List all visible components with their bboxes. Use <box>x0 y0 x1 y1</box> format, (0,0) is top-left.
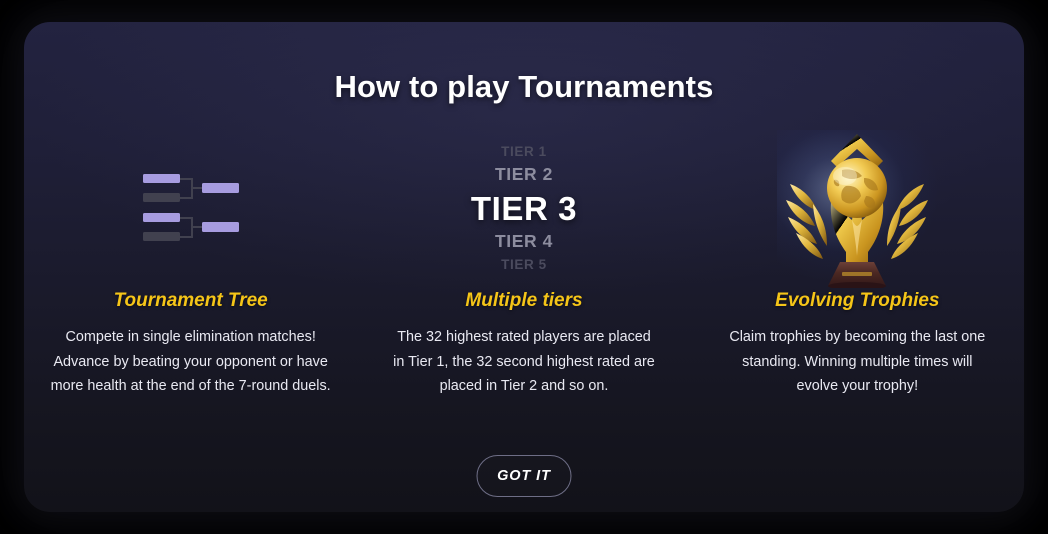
bracket-bar-final <box>201 222 239 232</box>
column-description: The 32 highest rated players are placed … <box>393 329 655 394</box>
trophy-svg <box>786 134 929 288</box>
tier-label-1: TIER 1 <box>501 143 547 159</box>
column-heading: Evolving Trophies <box>775 290 940 311</box>
tier-label-2: TIER 2 <box>494 164 554 184</box>
column-description: Compete in single elimination matches! A… <box>50 329 331 394</box>
tier-label-5: TIER 5 <box>501 257 547 272</box>
tournament-bracket-icon <box>24 128 357 288</box>
screen: How to play Tournaments Tournament Tree … <box>0 0 1048 534</box>
tier-ladder-icon: TIER 1 TIER 2 TIER 3 TIER 4 TIER 5 <box>357 128 690 288</box>
tier-label-3: TIER 3 <box>470 189 578 227</box>
trophy-laurel-left <box>786 184 828 259</box>
bracket-connector <box>190 226 202 228</box>
info-column-tournament-tree: Tournament Tree Compete in single elimin… <box>24 128 357 399</box>
trophy-globe <box>827 158 888 218</box>
tier-label-4: TIER 4 <box>494 230 554 251</box>
got-it-button[interactable]: GOT IT <box>476 455 572 497</box>
column-description: Claim trophies by becoming the last one … <box>729 329 986 394</box>
info-column-evolving-trophies: Evolving Trophies Claim trophies by beco… <box>691 128 1024 399</box>
bracket-connector <box>190 187 202 189</box>
bracket-bar-loser <box>142 232 180 241</box>
trophy-globe-shine <box>833 167 858 185</box>
golden-trophy-icon <box>691 128 1024 288</box>
bracket-bar-loser <box>142 193 180 202</box>
bracket-bar-winner <box>142 213 180 222</box>
column-heading: Multiple tiers <box>465 290 583 311</box>
info-column-multiple-tiers: TIER 1 TIER 2 TIER 3 TIER 4 TIER 5 Multi… <box>357 128 690 399</box>
trophy-laurel-right <box>887 184 929 259</box>
how-to-play-modal: How to play Tournaments Tournament Tree … <box>24 22 1024 512</box>
column-heading: Tournament Tree <box>113 290 268 311</box>
modal-title: How to play Tournaments <box>334 69 714 104</box>
bracket-bar-winner <box>142 174 180 183</box>
bracket-bar-final <box>201 183 239 193</box>
trophy-base-plate <box>842 272 873 276</box>
info-columns: Tournament Tree Compete in single elimin… <box>24 128 1024 399</box>
